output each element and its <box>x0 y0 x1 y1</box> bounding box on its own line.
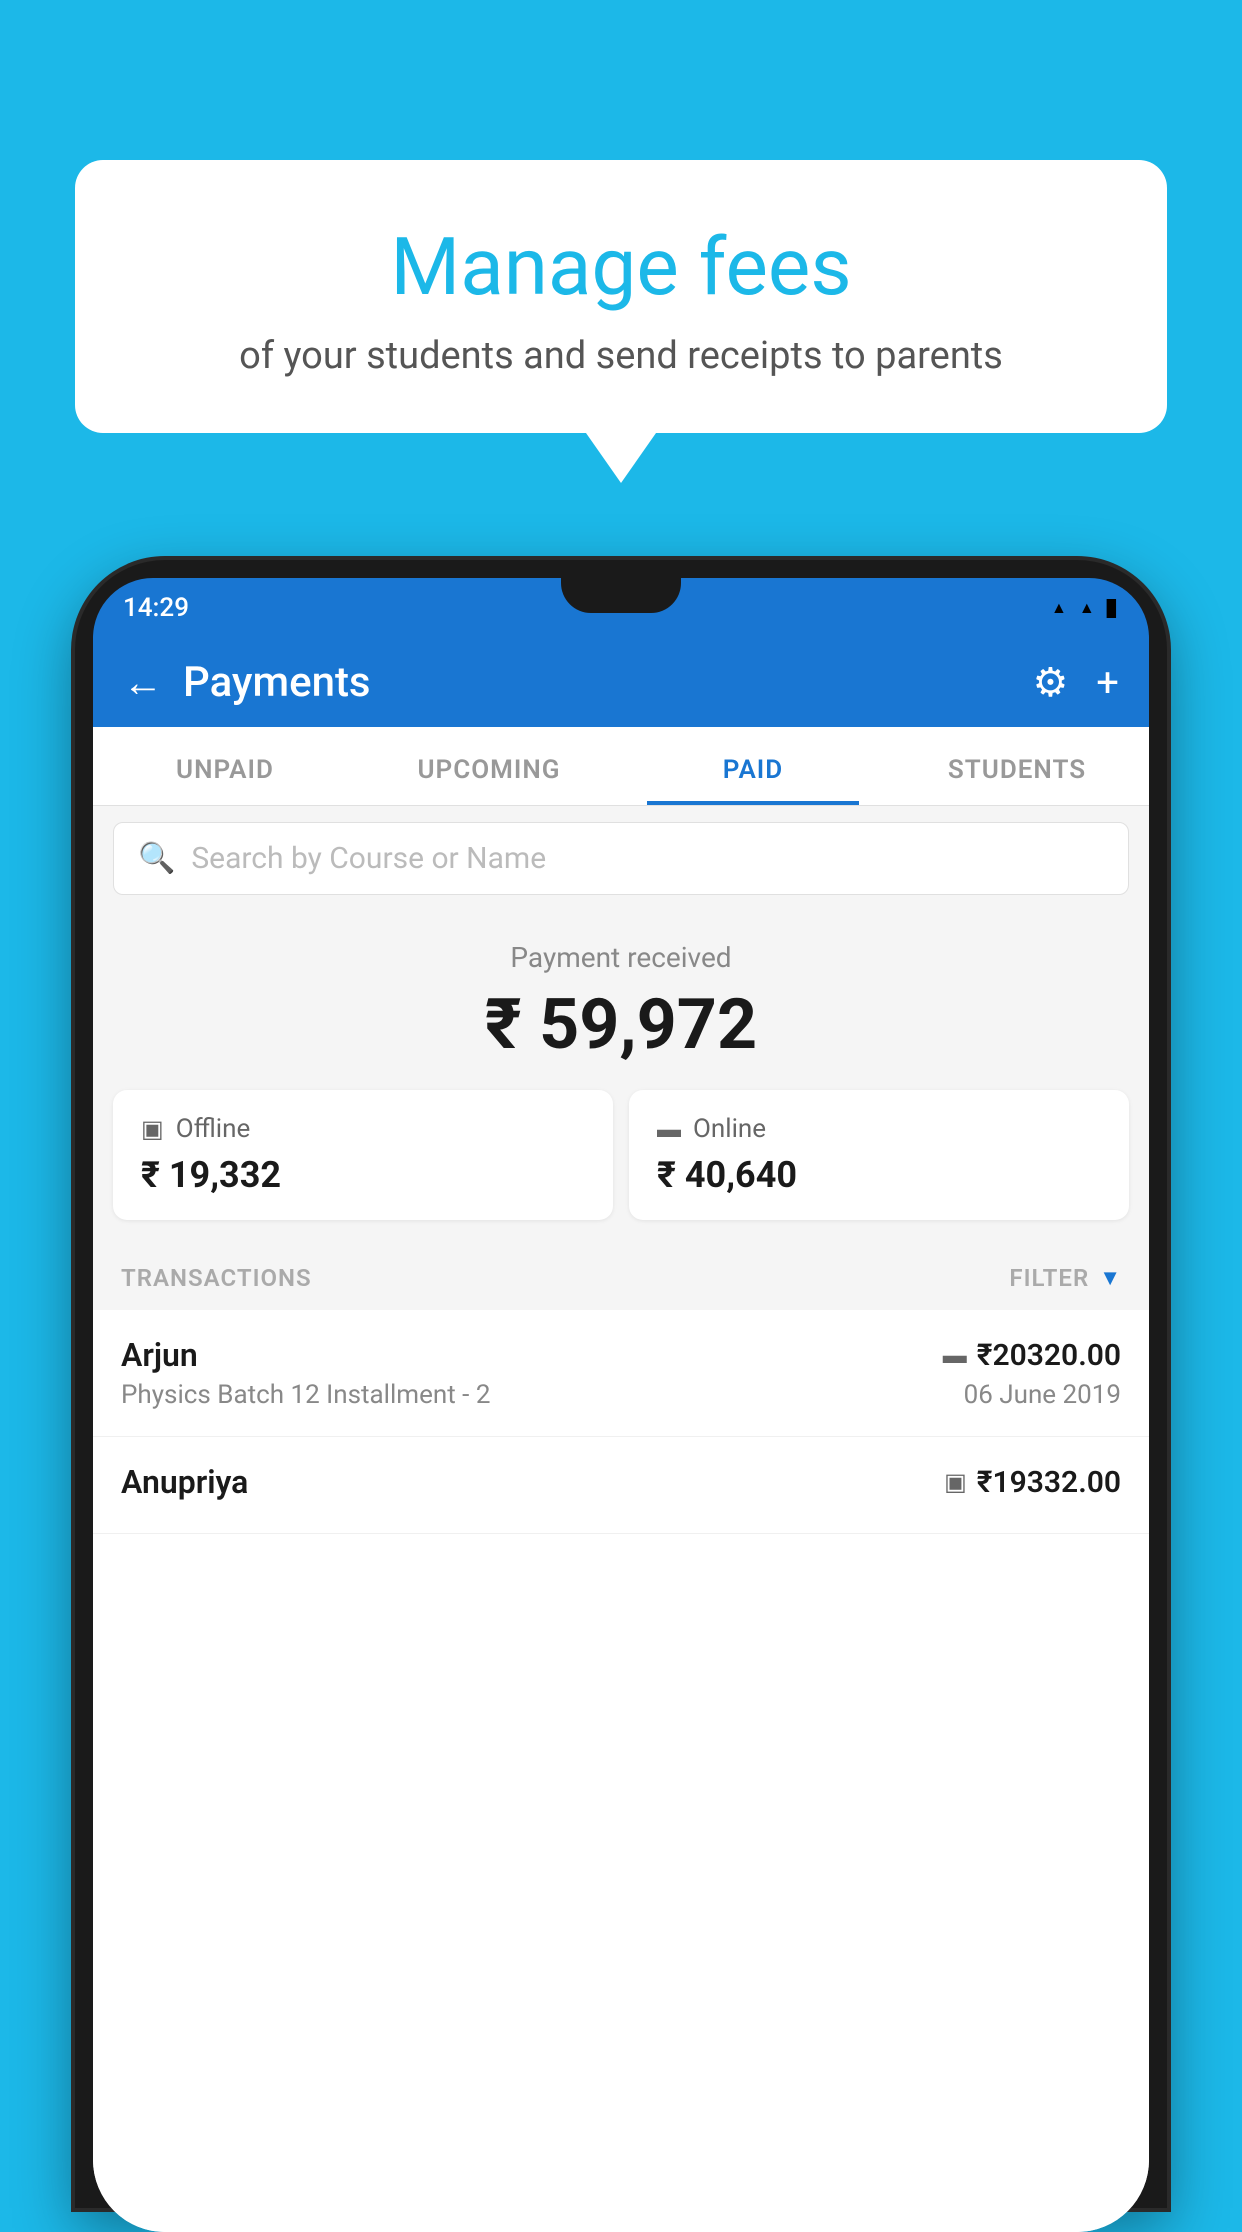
filter-icon: ▼ <box>1099 1265 1121 1291</box>
online-card-header: ▬ Online <box>657 1114 1101 1144</box>
offline-card: ▣ Offline ₹ 19,332 <box>113 1090 613 1220</box>
card-payment-icon: ▬ <box>943 1341 967 1370</box>
filter-container[interactable]: FILTER ▼ <box>1009 1264 1121 1292</box>
search-placeholder: Search by Course or Name <box>191 841 546 876</box>
signal-icon: ▲ <box>1079 598 1095 618</box>
payment-amount: ₹ 59,972 <box>113 984 1129 1066</box>
offline-label: Offline <box>176 1114 251 1144</box>
tab-paid[interactable]: PAID <box>621 727 885 805</box>
transaction-date-arjun: 06 June 2019 <box>964 1380 1121 1410</box>
search-icon: 🔍 <box>138 841 175 876</box>
transaction-item-anupriya[interactable]: Anupriya ▣ ₹19332.00 <box>93 1437 1149 1534</box>
wifi-icon: ▲ <box>1051 598 1067 618</box>
offline-amount: ₹ 19,332 <box>141 1154 585 1196</box>
offline-payment-icon: ▣ <box>944 1468 967 1496</box>
speech-bubble: Manage fees of your students and send re… <box>75 160 1167 433</box>
transaction-name-arjun: Arjun <box>121 1336 198 1374</box>
app-header: ← Payments ⚙ + <box>93 638 1149 727</box>
status-icons: ▲ ▲ ▊ <box>1051 598 1119 618</box>
online-amount: ₹ 40,640 <box>657 1154 1101 1196</box>
transaction-list: Arjun ▬ ₹20320.00 Physics Batch 12 Insta… <box>93 1310 1149 2232</box>
transaction-amount-container-arjun: ▬ ₹20320.00 <box>943 1338 1121 1373</box>
transaction-amount-anupriya: ₹19332.00 <box>977 1465 1121 1500</box>
transactions-header: TRANSACTIONS FILTER ▼ <box>93 1240 1149 1310</box>
tab-upcoming[interactable]: UPCOMING <box>357 727 621 805</box>
tab-unpaid[interactable]: UNPAID <box>93 727 357 805</box>
search-bar[interactable]: 🔍 Search by Course or Name <box>113 822 1129 895</box>
transaction-amount-arjun: ₹20320.00 <box>977 1338 1121 1373</box>
phone-screen: ← Payments ⚙ + UNPAID UPCOMING PAID STUD… <box>93 638 1149 2232</box>
tabs-container: UNPAID UPCOMING PAID STUDENTS <box>93 727 1149 806</box>
filter-label: FILTER <box>1009 1264 1089 1292</box>
back-button[interactable]: ← <box>123 659 163 706</box>
transaction-row2-arjun: Physics Batch 12 Installment - 2 06 June… <box>121 1380 1121 1410</box>
transaction-row1: Arjun ▬ ₹20320.00 <box>121 1336 1121 1374</box>
payment-cards: ▣ Offline ₹ 19,332 ▬ Online ₹ 40,640 <box>113 1090 1129 1220</box>
speech-bubble-title: Manage fees <box>135 220 1107 314</box>
header-icons: ⚙ + <box>1032 659 1119 706</box>
online-icon: ▬ <box>657 1115 681 1144</box>
transaction-amount-container-anupriya: ▣ ₹19332.00 <box>944 1465 1121 1500</box>
speech-bubble-subtitle: of your students and send receipts to pa… <box>135 334 1107 378</box>
add-icon[interactable]: + <box>1096 659 1119 706</box>
online-card: ▬ Online ₹ 40,640 <box>629 1090 1129 1220</box>
phone: 14:29 ▲ ▲ ▊ ← Payments ⚙ + UNPAID UPCOMI <box>75 560 1167 2208</box>
offline-icon: ▣ <box>141 1115 164 1143</box>
phone-container: 14:29 ▲ ▲ ▊ ← Payments ⚙ + UNPAID UPCOMI <box>75 560 1167 2208</box>
speech-bubble-arrow <box>586 433 656 483</box>
transaction-item-arjun[interactable]: Arjun ▬ ₹20320.00 Physics Batch 12 Insta… <box>93 1310 1149 1437</box>
online-label: Online <box>693 1114 766 1144</box>
offline-card-header: ▣ Offline <box>141 1114 585 1144</box>
transaction-course-arjun: Physics Batch 12 Installment - 2 <box>121 1380 490 1410</box>
header-title: Payments <box>183 658 1012 707</box>
payment-received-label: Payment received <box>113 941 1129 974</box>
transaction-name-anupriya: Anupriya <box>121 1463 248 1501</box>
transactions-label: TRANSACTIONS <box>121 1264 312 1292</box>
notch <box>561 578 681 613</box>
tab-students[interactable]: STUDENTS <box>885 727 1149 805</box>
settings-icon[interactable]: ⚙ <box>1032 659 1068 706</box>
battery-icon: ▊ <box>1107 599 1119 618</box>
search-container: 🔍 Search by Course or Name <box>93 806 1149 911</box>
transaction-row1-anupriya: Anupriya ▣ ₹19332.00 <box>121 1463 1121 1501</box>
payment-summary: Payment received ₹ 59,972 ▣ Offline ₹ 19… <box>93 911 1149 1240</box>
status-bar: 14:29 ▲ ▲ ▊ <box>93 578 1149 638</box>
speech-bubble-container: Manage fees of your students and send re… <box>75 160 1167 483</box>
status-time: 14:29 <box>123 593 189 623</box>
